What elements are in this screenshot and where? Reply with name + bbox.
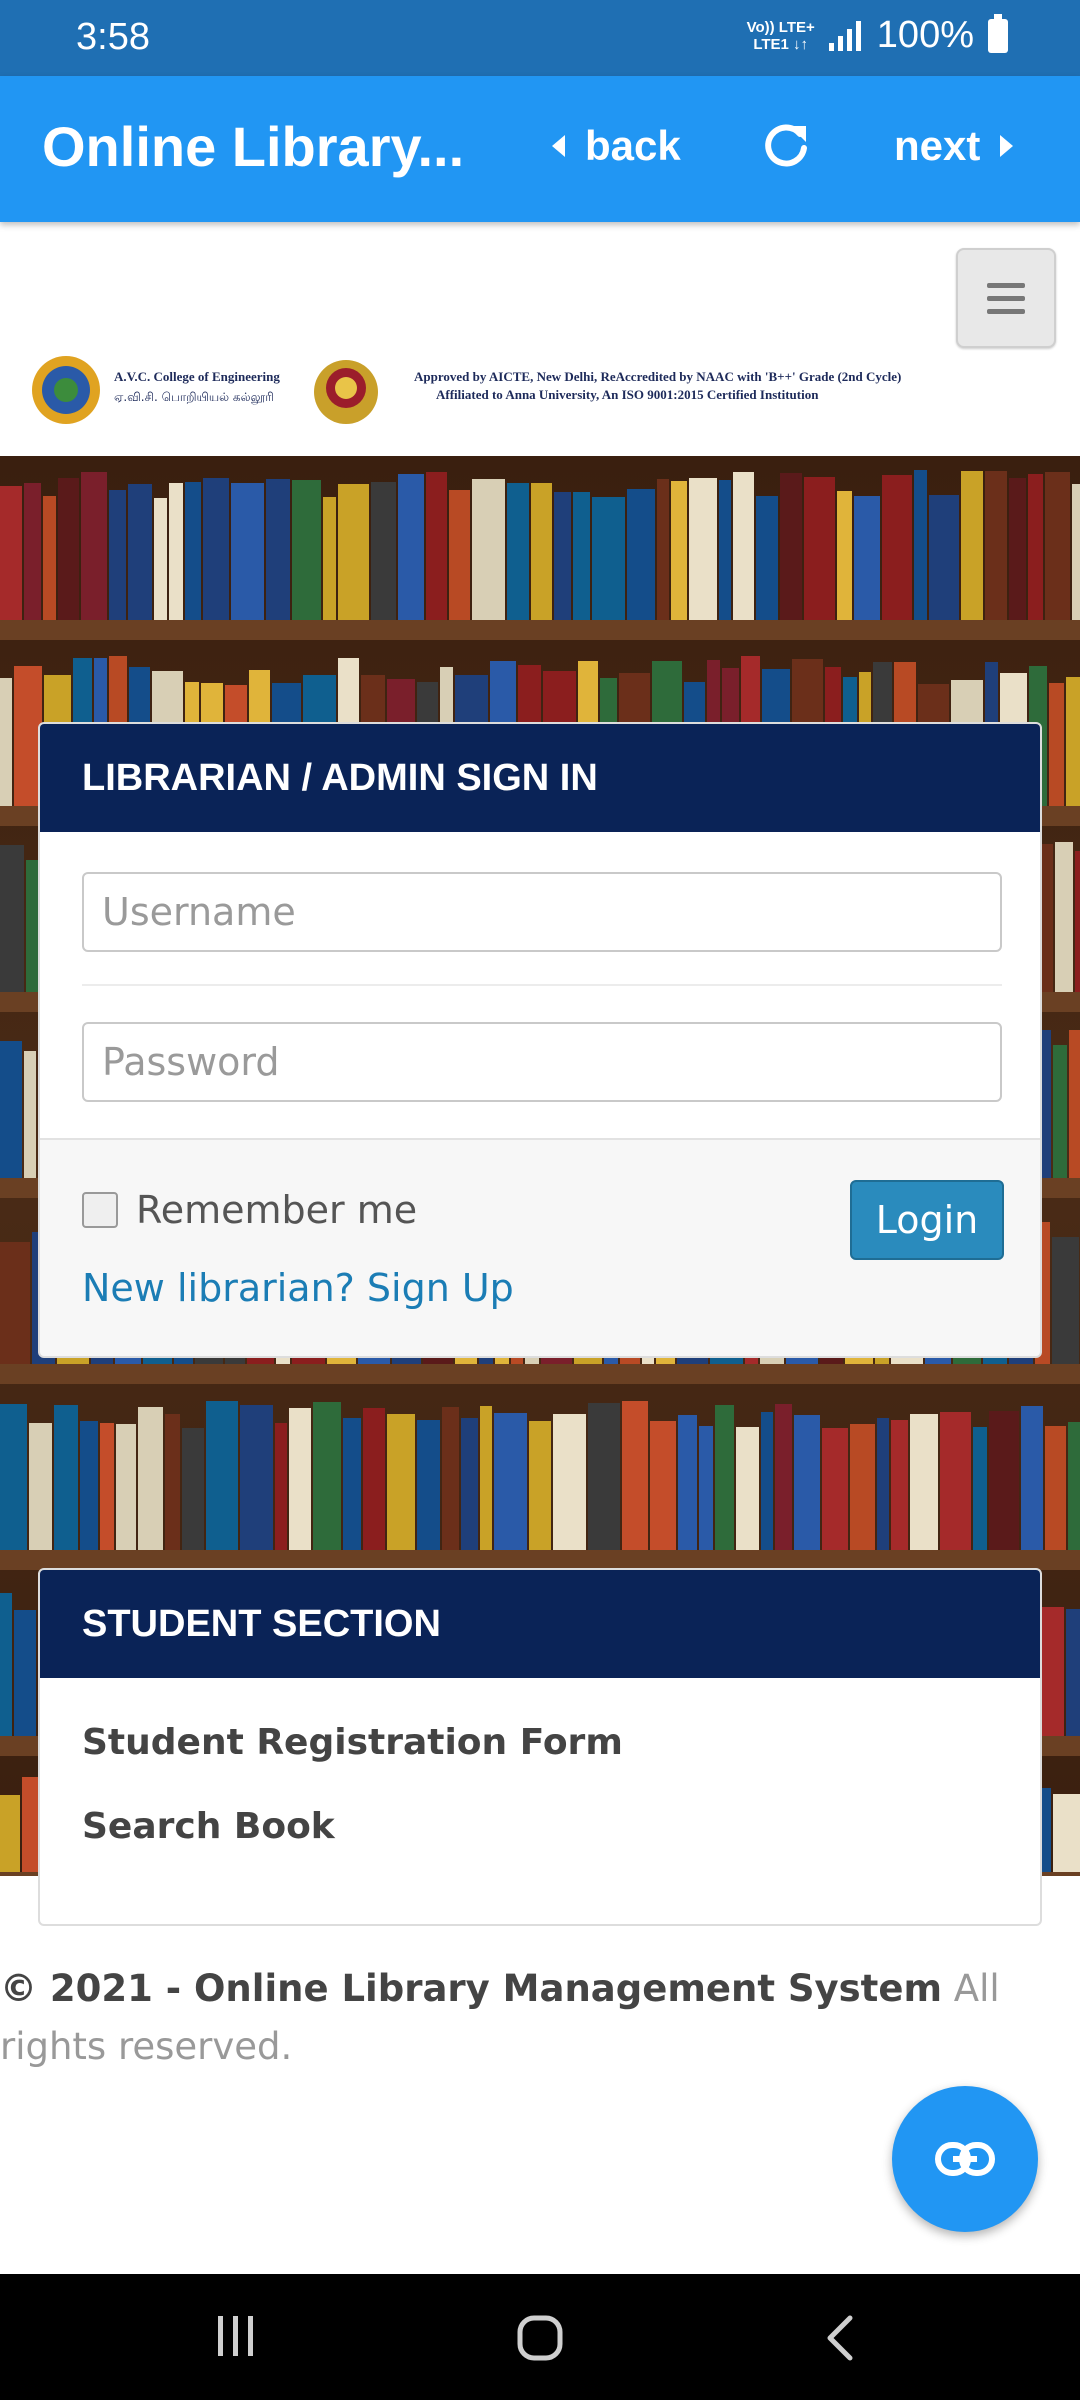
network-indicator: Vo)) LTE+ LTE1 ↓↑ xyxy=(746,18,815,53)
signup-link[interactable]: New librarian? Sign Up xyxy=(82,1266,514,1310)
system-navigation-bar xyxy=(0,2274,1080,2400)
remember-label: Remember me xyxy=(136,1188,418,1232)
accreditation-line2: Affiliated to Anna University, An ISO 90… xyxy=(436,387,819,402)
menu-toggle-button[interactable] xyxy=(956,248,1056,348)
signin-heading: LIBRARIAN / ADMIN SIGN IN xyxy=(40,724,1040,832)
menu-bar xyxy=(987,282,1025,288)
student-section-card: STUDENT SECTION Student Registration For… xyxy=(38,1568,1042,1926)
login-button[interactable]: Login xyxy=(850,1180,1004,1260)
college-name-ta: ஏ.வி.சி. பொறியியல் கல்லூரி xyxy=(114,390,274,405)
username-input[interactable] xyxy=(82,872,1002,952)
app-title: Online Library... xyxy=(42,115,465,178)
chevron-left-icon xyxy=(552,135,565,157)
footer: © 2021 - Online Library Management Syste… xyxy=(0,1960,1000,2076)
student-registration-link[interactable]: Student Registration Form xyxy=(82,1722,623,1763)
status-indicators: Vo)) LTE+ LTE1 ↓↑ 100% xyxy=(746,13,1008,57)
signal-icon xyxy=(828,20,861,51)
next-label: next xyxy=(894,122,981,169)
status-bar: 3:58 Vo)) LTE+ LTE1 ↓↑ 100% xyxy=(0,0,1080,76)
home-icon[interactable] xyxy=(516,2314,564,2362)
next-button[interactable]: next xyxy=(894,122,1014,170)
link-icon xyxy=(935,2142,995,2176)
search-book-link[interactable]: Search Book xyxy=(82,1806,335,1847)
signin-card: LIBRARIAN / ADMIN SIGN IN Remember me Lo… xyxy=(38,722,1042,1358)
app-bar: Online Library... back next xyxy=(0,76,1080,222)
student-heading: STUDENT SECTION xyxy=(40,1570,1040,1678)
password-input[interactable] xyxy=(82,1022,1002,1102)
footer-copyright: © 2021 - Online Library Management Syste… xyxy=(0,1967,943,2010)
remember-me[interactable]: Remember me xyxy=(82,1188,417,1232)
link-fab-button[interactable] xyxy=(892,2086,1038,2232)
accreditation-line1: Approved by AICTE, New Delhi, ReAccredit… xyxy=(414,369,901,384)
recent-apps-icon[interactable] xyxy=(214,2314,258,2358)
chevron-right-icon xyxy=(1000,135,1014,157)
form-divider xyxy=(82,984,1002,986)
reload-icon[interactable] xyxy=(760,120,812,172)
menu-bar xyxy=(987,308,1025,314)
back-label: back xyxy=(585,122,681,169)
remember-checkbox[interactable] xyxy=(82,1192,118,1228)
battery-icon xyxy=(988,13,1008,53)
college-logo xyxy=(32,356,100,424)
college-name-en: A.V.C. College of Engineering xyxy=(114,369,280,384)
back-button[interactable]: back xyxy=(552,122,681,170)
signin-form xyxy=(40,832,1040,1140)
anniversary-seal xyxy=(314,360,378,424)
battery-level: 100% xyxy=(876,14,974,56)
status-time: 3:58 xyxy=(76,16,150,58)
back-nav-icon[interactable] xyxy=(822,2314,856,2362)
college-banner: A.V.C. College of Engineering ஏ.வி.சி. ப… xyxy=(30,354,930,426)
menu-bar xyxy=(987,295,1025,301)
